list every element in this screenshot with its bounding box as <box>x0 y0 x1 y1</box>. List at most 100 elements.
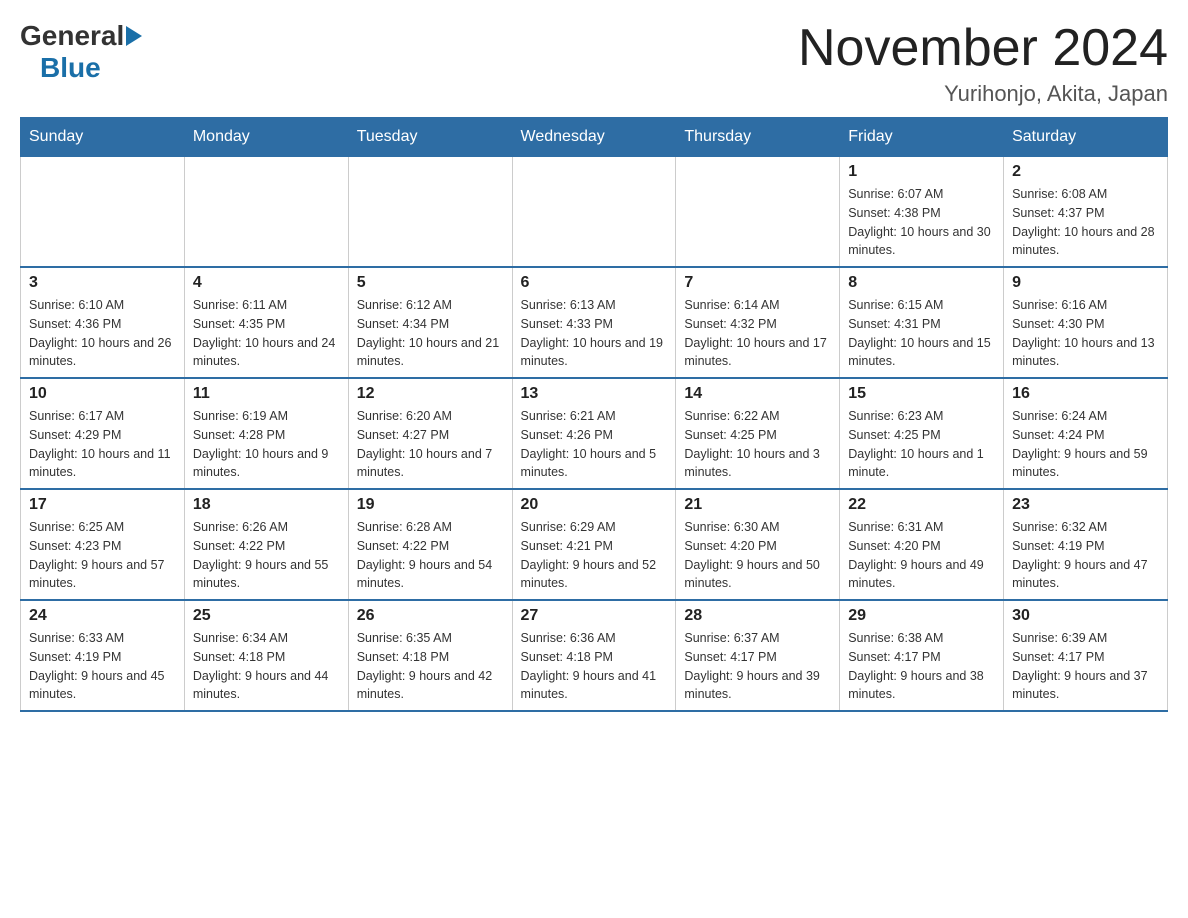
header-friday: Friday <box>840 118 1004 157</box>
page-header: General Blue November 2024 Yurihonjo, Ak… <box>20 20 1168 107</box>
logo-blue-text: Blue <box>40 52 101 83</box>
table-row <box>348 157 512 268</box>
table-row: 11 Sunrise: 6:19 AMSunset: 4:28 PMDayligh… <box>184 378 348 489</box>
day-number: 29 <box>848 607 995 625</box>
table-row: 17 Sunrise: 6:25 AMSunset: 4:23 PMDayligh… <box>21 489 185 600</box>
day-info: Sunrise: 6:08 AMSunset: 4:37 PMDaylight:… <box>1012 185 1159 260</box>
header-saturday: Saturday <box>1004 118 1168 157</box>
header-wednesday: Wednesday <box>512 118 676 157</box>
calendar-week-row: 24 Sunrise: 6:33 AMSunset: 4:19 PMDayligh… <box>21 600 1168 711</box>
table-row: 6 Sunrise: 6:13 AMSunset: 4:33 PMDaylight… <box>512 267 676 378</box>
day-number: 2 <box>1012 163 1159 181</box>
day-info: Sunrise: 6:36 AMSunset: 4:18 PMDaylight:… <box>521 629 668 704</box>
table-row: 14 Sunrise: 6:22 AMSunset: 4:25 PMDayligh… <box>676 378 840 489</box>
header-tuesday: Tuesday <box>348 118 512 157</box>
day-number: 22 <box>848 496 995 514</box>
calendar-week-row: 3 Sunrise: 6:10 AMSunset: 4:36 PMDaylight… <box>21 267 1168 378</box>
day-number: 16 <box>1012 385 1159 403</box>
table-row: 28 Sunrise: 6:37 AMSunset: 4:17 PMDayligh… <box>676 600 840 711</box>
table-row: 1Sunrise: 6:07 AMSunset: 4:38 PMDaylight… <box>840 157 1004 268</box>
table-row: 9 Sunrise: 6:16 AMSunset: 4:30 PMDaylight… <box>1004 267 1168 378</box>
table-row: 4 Sunrise: 6:11 AMSunset: 4:35 PMDaylight… <box>184 267 348 378</box>
day-info: Sunrise: 6:10 AMSunset: 4:36 PMDaylight:… <box>29 296 176 371</box>
day-info: Sunrise: 6:37 AMSunset: 4:17 PMDaylight:… <box>684 629 831 704</box>
day-info: Sunrise: 6:32 AMSunset: 4:19 PMDaylight:… <box>1012 518 1159 593</box>
day-info: Sunrise: 6:20 AMSunset: 4:27 PMDaylight:… <box>357 407 504 482</box>
table-row: 19 Sunrise: 6:28 AMSunset: 4:22 PMDayligh… <box>348 489 512 600</box>
logo: General Blue <box>20 20 142 84</box>
table-row: 8Sunrise: 6:15 AMSunset: 4:31 PMDaylight… <box>840 267 1004 378</box>
day-info: Sunrise: 6:26 AMSunset: 4:22 PMDaylight:… <box>193 518 340 593</box>
table-row: 5Sunrise: 6:12 AMSunset: 4:34 PMDaylight… <box>348 267 512 378</box>
day-number: 24 <box>29 607 176 625</box>
day-info: Sunrise: 6:14 AMSunset: 4:32 PMDaylight:… <box>684 296 831 371</box>
day-info: Sunrise: 6:30 AMSunset: 4:20 PMDaylight:… <box>684 518 831 593</box>
day-info: Sunrise: 6:33 AMSunset: 4:19 PMDaylight:… <box>29 629 176 704</box>
table-row: 10 Sunrise: 6:17 AMSunset: 4:29 PMDayligh… <box>21 378 185 489</box>
subtitle: Yurihonjo, Akita, Japan <box>798 81 1168 107</box>
table-row <box>184 157 348 268</box>
day-number: 14 <box>684 385 831 403</box>
day-number: 4 <box>193 274 340 292</box>
table-row: 3 Sunrise: 6:10 AMSunset: 4:36 PMDaylight… <box>21 267 185 378</box>
day-number: 10 <box>29 385 176 403</box>
day-number: 9 <box>1012 274 1159 292</box>
table-row: 26 Sunrise: 6:35 AMSunset: 4:18 PMDayligh… <box>348 600 512 711</box>
day-info: Sunrise: 6:35 AMSunset: 4:18 PMDaylight:… <box>357 629 504 704</box>
table-row: 25 Sunrise: 6:34 AMSunset: 4:18 PMDayligh… <box>184 600 348 711</box>
calendar-header-row: Sunday Monday Tuesday Wednesday Thursday… <box>21 118 1168 157</box>
table-row: 21 Sunrise: 6:30 AMSunset: 4:20 PMDayligh… <box>676 489 840 600</box>
table-row: 30Sunrise: 6:39 AMSunset: 4:17 PMDayligh… <box>1004 600 1168 711</box>
calendar-week-row: 17 Sunrise: 6:25 AMSunset: 4:23 PMDayligh… <box>21 489 1168 600</box>
logo-general-text: General <box>20 20 124 52</box>
day-info: Sunrise: 6:21 AMSunset: 4:26 PMDaylight:… <box>521 407 668 482</box>
header-monday: Monday <box>184 118 348 157</box>
day-info: Sunrise: 6:17 AMSunset: 4:29 PMDaylight:… <box>29 407 176 482</box>
table-row: 12 Sunrise: 6:20 AMSunset: 4:27 PMDayligh… <box>348 378 512 489</box>
day-number: 21 <box>684 496 831 514</box>
table-row: 20 Sunrise: 6:29 AMSunset: 4:21 PMDayligh… <box>512 489 676 600</box>
table-row <box>512 157 676 268</box>
day-number: 20 <box>521 496 668 514</box>
day-number: 19 <box>357 496 504 514</box>
calendar-table: Sunday Monday Tuesday Wednesday Thursday… <box>20 117 1168 712</box>
day-info: Sunrise: 6:13 AMSunset: 4:33 PMDaylight:… <box>521 296 668 371</box>
day-info: Sunrise: 6:22 AMSunset: 4:25 PMDaylight:… <box>684 407 831 482</box>
day-number: 13 <box>521 385 668 403</box>
day-info: Sunrise: 6:19 AMSunset: 4:28 PMDaylight:… <box>193 407 340 482</box>
day-info: Sunrise: 6:39 AMSunset: 4:17 PMDaylight:… <box>1012 629 1159 704</box>
table-row: 15Sunrise: 6:23 AMSunset: 4:25 PMDayligh… <box>840 378 1004 489</box>
day-number: 18 <box>193 496 340 514</box>
day-info: Sunrise: 6:25 AMSunset: 4:23 PMDaylight:… <box>29 518 176 593</box>
day-info: Sunrise: 6:07 AMSunset: 4:38 PMDaylight:… <box>848 185 995 260</box>
day-info: Sunrise: 6:29 AMSunset: 4:21 PMDaylight:… <box>521 518 668 593</box>
calendar-week-row: 1Sunrise: 6:07 AMSunset: 4:38 PMDaylight… <box>21 157 1168 268</box>
day-info: Sunrise: 6:28 AMSunset: 4:22 PMDaylight:… <box>357 518 504 593</box>
header-sunday: Sunday <box>21 118 185 157</box>
day-info: Sunrise: 6:38 AMSunset: 4:17 PMDaylight:… <box>848 629 995 704</box>
table-row: 23Sunrise: 6:32 AMSunset: 4:19 PMDayligh… <box>1004 489 1168 600</box>
day-info: Sunrise: 6:31 AMSunset: 4:20 PMDaylight:… <box>848 518 995 593</box>
table-row: 27 Sunrise: 6:36 AMSunset: 4:18 PMDayligh… <box>512 600 676 711</box>
day-number: 17 <box>29 496 176 514</box>
day-info: Sunrise: 6:15 AMSunset: 4:31 PMDaylight:… <box>848 296 995 371</box>
day-info: Sunrise: 6:34 AMSunset: 4:18 PMDaylight:… <box>193 629 340 704</box>
day-number: 26 <box>357 607 504 625</box>
day-number: 28 <box>684 607 831 625</box>
day-number: 3 <box>29 274 176 292</box>
day-number: 25 <box>193 607 340 625</box>
day-number: 11 <box>193 385 340 403</box>
day-info: Sunrise: 6:16 AMSunset: 4:30 PMDaylight:… <box>1012 296 1159 371</box>
day-info: Sunrise: 6:23 AMSunset: 4:25 PMDaylight:… <box>848 407 995 482</box>
day-info: Sunrise: 6:11 AMSunset: 4:35 PMDaylight:… <box>193 296 340 371</box>
day-info: Sunrise: 6:12 AMSunset: 4:34 PMDaylight:… <box>357 296 504 371</box>
header-thursday: Thursday <box>676 118 840 157</box>
day-number: 6 <box>521 274 668 292</box>
day-number: 12 <box>357 385 504 403</box>
table-row <box>21 157 185 268</box>
day-info: Sunrise: 6:24 AMSunset: 4:24 PMDaylight:… <box>1012 407 1159 482</box>
day-number: 27 <box>521 607 668 625</box>
table-row <box>676 157 840 268</box>
table-row: 13 Sunrise: 6:21 AMSunset: 4:26 PMDayligh… <box>512 378 676 489</box>
calendar-week-row: 10 Sunrise: 6:17 AMSunset: 4:29 PMDayligh… <box>21 378 1168 489</box>
